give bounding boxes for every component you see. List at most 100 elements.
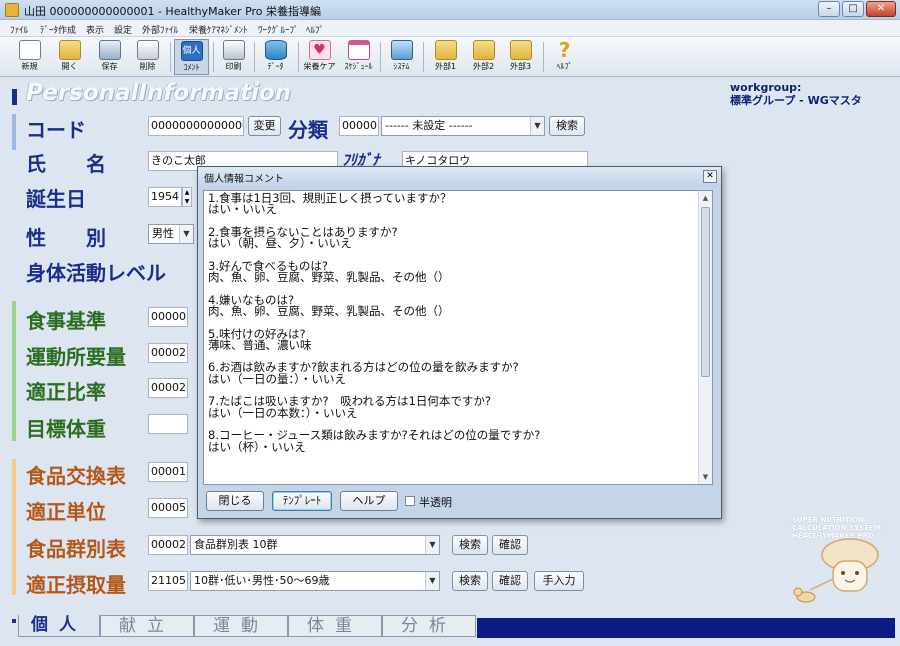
code-change-button[interactable]: 変更 — [248, 116, 281, 136]
tab-analysis[interactable]: 分析 — [382, 615, 476, 637]
comment-line: 肉、魚、卵、豆腐、野菜、乳製品、その他（） — [208, 303, 450, 318]
intake-select[interactable]: 10群･低い･男性･50～69歳 ▼ — [190, 571, 440, 591]
intake-manual-button[interactable]: 手入力 — [534, 571, 584, 591]
folder-icon — [434, 40, 457, 60]
exchange-label: 食品交換表 — [26, 464, 126, 488]
tab-marker — [12, 619, 16, 623]
schedule-button[interactable]: ｽｹｼﾞｭｰﾙ — [341, 39, 376, 75]
orange-bar — [12, 459, 16, 595]
birth-year-spinner[interactable]: ▲ ▼ — [182, 187, 192, 207]
target-weight-field[interactable] — [148, 414, 188, 434]
menu-help[interactable]: ﾍﾙﾌﾟ — [306, 23, 324, 36]
food-group-search-button[interactable]: 検索 — [452, 535, 488, 555]
unit-label: 適正単位 — [26, 500, 106, 524]
window-title: 山田 000000000000001 - HealthyMaker Pro 栄養… — [24, 5, 322, 18]
minimize-button[interactable]: – — [818, 1, 840, 17]
tab-personal[interactable]: 個人 — [18, 615, 100, 637]
meal-standard-code[interactable]: 00000 — [148, 307, 188, 327]
open-button[interactable]: 開く — [52, 39, 87, 75]
template-button[interactable]: ﾃﾝﾌﾟﾚｰﾄ — [272, 491, 332, 511]
exchange-code[interactable]: 00001 — [148, 462, 188, 482]
category-select[interactable]: ------ 未設定 ------ ▼ — [381, 116, 545, 136]
ratio-label: 適正比率 — [26, 380, 106, 404]
unit-code[interactable]: 00005 — [148, 498, 188, 518]
toolbar: 新規 開く 保存 削除 個人 ｺﾒﾝﾄ 印刷 ﾃﾞｰﾀ ♥ 栄養ケア ｽｹｼﾞｭ… — [0, 37, 900, 77]
print-button[interactable]: 印刷 — [216, 39, 251, 75]
help-icon: ? — [558, 38, 571, 62]
maximize-button[interactable]: □ — [842, 1, 864, 17]
system-button[interactable]: ｼｽﾃﾑ — [384, 39, 419, 75]
scroll-thumb[interactable] — [701, 207, 710, 377]
food-group-confirm-button[interactable]: 確認 — [492, 535, 528, 555]
menu-file[interactable]: ﾌｧｲﾙ — [10, 23, 28, 36]
heart-care-icon: ♥ — [308, 40, 331, 60]
activity-label: 身体活動レベル — [26, 261, 166, 285]
delete-button[interactable]: 削除 — [130, 39, 165, 75]
close-window-button[interactable]: ✕ — [866, 1, 896, 17]
menu-bar: ﾌｧｲﾙ ﾃﾞｰﾀ作成 表示 設定 外部ﾌｧｲﾙ 栄養ｹｱﾏﾈｼﾞﾒﾝﾄ ﾜｰｸ… — [0, 20, 900, 37]
section-title: PersonalInformation — [26, 80, 292, 106]
ratio-code[interactable]: 00002 — [148, 378, 188, 398]
menu-data-create[interactable]: ﾃﾞｰﾀ作成 — [40, 23, 76, 36]
toolbar-separator — [170, 42, 171, 72]
tab-weight[interactable]: 体重 — [288, 615, 382, 637]
sex-select[interactable]: 男性 ▼ — [148, 224, 194, 244]
dialog-title: 個人情報コメント — [204, 174, 284, 185]
category-search-button[interactable]: 検索 — [549, 116, 585, 136]
menu-workgroup[interactable]: ﾜｰｸｸﾞﾙｰﾌﾟ — [258, 23, 299, 36]
toolbar-separator — [380, 42, 381, 72]
title-bar: 山田 000000000000001 - HealthyMaker Pro 栄養… — [0, 0, 900, 20]
comment-text: 1.食事は1日3回、規則正しく摂っていますか？ はい・いいえ 2.食事を摂らないこ… — [208, 192, 540, 454]
nutrition-care-button[interactable]: ♥ 栄養ケア — [302, 39, 337, 75]
help-button[interactable]: ? ﾍﾙﾌﾟ — [547, 39, 582, 75]
birth-year-field[interactable]: 1954 — [148, 187, 182, 207]
comment-button[interactable]: 個人 ｺﾒﾝﾄ — [174, 39, 209, 75]
comment-scrollbar[interactable]: ▲ ▼ — [698, 191, 712, 484]
blue-bar — [12, 114, 16, 150]
translucent-checkbox[interactable] — [405, 496, 415, 506]
menu-settings[interactable]: 設定 — [114, 23, 132, 36]
calendar-icon — [347, 40, 370, 60]
comment-line: はい（杯）・いいえ — [208, 439, 306, 454]
meal-standard-label: 食事基準 — [26, 309, 106, 333]
exercise-label: 運動所要量 — [26, 345, 126, 369]
code-label: コード — [26, 118, 86, 142]
chevron-down-icon: ▼ — [530, 117, 544, 135]
code-field[interactable]: 000000000000001 — [148, 116, 244, 136]
computer-icon — [390, 40, 413, 60]
comment-textarea[interactable]: 1.食事は1日3回、規則正しく摂っていますか？ はい・いいえ 2.食事を摂らないこ… — [203, 190, 713, 485]
comment-dialog: 個人情報コメント ✕ 1.食事は1日3回、規則正しく摂っていますか？ はい・いいえ… — [197, 166, 722, 519]
scroll-up-icon[interactable]: ▲ — [699, 191, 712, 205]
folder-icon — [472, 40, 495, 60]
save-button[interactable]: 保存 — [92, 39, 127, 75]
comment-line: はい・いいえ — [208, 202, 277, 217]
comment-line: はい（一日の量：）・いいえ — [208, 371, 346, 386]
data-button[interactable]: ﾃﾞｰﾀ — [258, 39, 293, 75]
dialog-help-button[interactable]: ヘルプ — [340, 491, 398, 511]
person-comment-icon: 個人 — [180, 41, 203, 61]
category-code-field[interactable]: 00000 — [339, 116, 379, 136]
food-group-code[interactable]: 00002 — [148, 535, 188, 555]
comment-line: はい（一日の本数：）・いいえ — [208, 405, 358, 420]
tab-strip-fill — [477, 618, 895, 638]
external3-button[interactable]: 外部3 — [503, 39, 538, 75]
intake-search-button[interactable]: 検索 — [452, 571, 488, 591]
external1-button[interactable]: 外部1 — [428, 39, 463, 75]
workgroup-info: workgroup: 標準グループ - WGマスタ — [730, 81, 862, 107]
tab-menu[interactable]: 献立 — [100, 615, 194, 637]
intake-confirm-button[interactable]: 確認 — [492, 571, 528, 591]
dialog-close-icon[interactable]: ✕ — [703, 170, 717, 183]
scroll-down-icon[interactable]: ▼ — [699, 470, 712, 484]
external2-button[interactable]: 外部2 — [466, 39, 501, 75]
menu-external-file[interactable]: 外部ﾌｧｲﾙ — [142, 23, 178, 36]
folder-icon — [509, 40, 532, 60]
food-group-select[interactable]: 食品群別表 10群 ▼ — [190, 535, 440, 555]
menu-view[interactable]: 表示 — [86, 23, 104, 36]
intake-code[interactable]: 21105 — [148, 571, 188, 591]
menu-nutrition-care[interactable]: 栄養ｹｱﾏﾈｼﾞﾒﾝﾄ — [189, 23, 248, 36]
new-button[interactable]: 新規 — [12, 39, 47, 75]
dialog-close-button[interactable]: 閉じる — [206, 491, 264, 511]
exercise-code[interactable]: 00002 — [148, 343, 188, 363]
toolbar-separator — [254, 42, 255, 72]
tab-exercise[interactable]: 運動 — [194, 615, 288, 637]
